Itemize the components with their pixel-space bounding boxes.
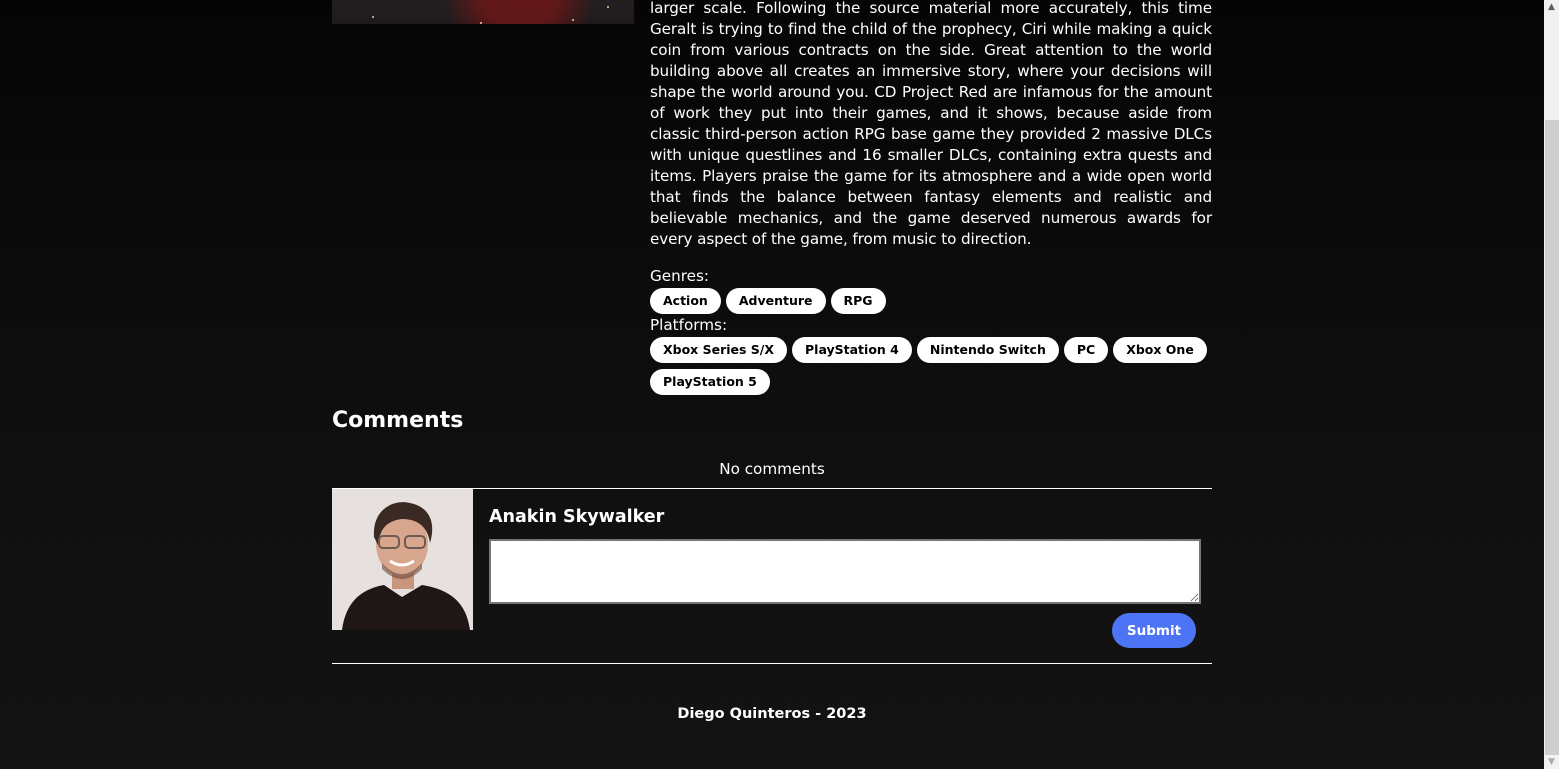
platform-tag[interactable]: PlayStation 4 bbox=[792, 337, 912, 363]
game-info: larger scale. Following the source mater… bbox=[650, 0, 1212, 397]
no-comments-message: No comments bbox=[719, 460, 825, 478]
avatar-portrait-icon bbox=[332, 489, 473, 630]
game-cover-image bbox=[332, 0, 634, 24]
ember-decoration bbox=[480, 22, 482, 24]
game-detail-page: larger scale. Following the source mater… bbox=[0, 0, 1544, 769]
genre-tag[interactable]: RPG bbox=[830, 288, 886, 314]
platform-tag[interactable]: Xbox Series S/X bbox=[650, 337, 787, 363]
scrollbar-thumb[interactable] bbox=[1545, 120, 1559, 755]
current-user-name: Anakin Skywalker bbox=[489, 507, 665, 527]
genre-tags: Action Adventure RPG bbox=[650, 288, 1212, 314]
comment-input[interactable] bbox=[489, 539, 1201, 604]
scroll-up-arrow-icon[interactable]: ▲ bbox=[1544, 0, 1559, 14]
ember-decoration bbox=[607, 6, 609, 8]
ember-decoration bbox=[372, 16, 374, 18]
platform-tags: Xbox Series S/X PlayStation 4 Nintendo S… bbox=[650, 337, 1212, 395]
ember-decoration bbox=[572, 19, 574, 21]
game-description: larger scale. Following the source mater… bbox=[650, 0, 1212, 248]
platform-tag[interactable]: PlayStation 5 bbox=[650, 369, 770, 395]
platform-tag[interactable]: PC bbox=[1063, 337, 1109, 363]
scroll-down-arrow-icon[interactable]: ▼ bbox=[1544, 755, 1559, 769]
genre-tag[interactable]: Adventure bbox=[725, 288, 826, 314]
platform-tag[interactable]: Xbox One bbox=[1113, 337, 1207, 363]
platform-tag[interactable]: Nintendo Switch bbox=[916, 337, 1059, 363]
genre-tag[interactable]: Action bbox=[650, 288, 721, 314]
submit-comment-button[interactable]: Submit bbox=[1112, 613, 1196, 648]
user-avatar bbox=[332, 489, 473, 630]
comments-heading: Comments bbox=[332, 408, 464, 433]
genres-label: Genres: bbox=[650, 267, 710, 285]
platforms-label: Platforms: bbox=[650, 316, 728, 334]
page-scrollbar[interactable]: ▲ ▼ bbox=[1544, 0, 1559, 769]
footer-credit: Diego Quinteros - 2023 bbox=[677, 706, 867, 722]
comments-divider-bottom bbox=[332, 663, 1212, 664]
